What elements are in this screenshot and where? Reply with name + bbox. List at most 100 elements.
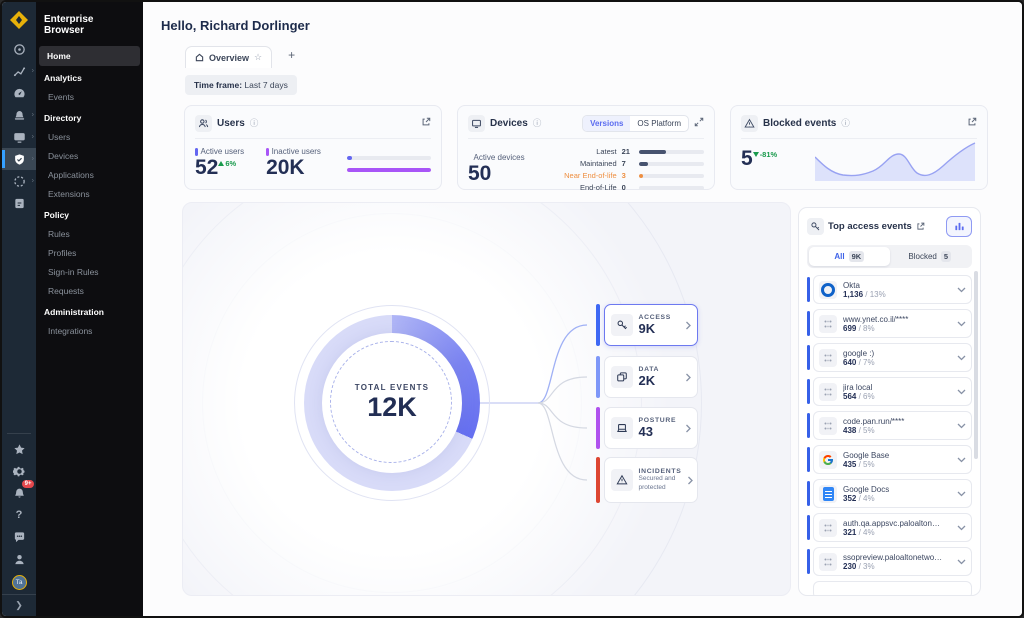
radar-icon[interactable] [2,38,36,60]
account-avatar[interactable]: Ta [2,570,36,594]
sidebar-section-administration: Administration [36,303,143,321]
chevron-down-icon[interactable] [957,287,966,293]
sidebar-item-home[interactable]: Home [39,46,140,66]
chevron-down-icon[interactable] [957,423,966,429]
generic-site-favicon [819,519,837,537]
generic-site-favicon [819,553,837,571]
key-icon [807,218,824,235]
devices-view-toggle: Versions OS Platform [582,115,689,132]
sidebar-section-policy: Policy [36,206,143,224]
scrollbar[interactable] [974,271,978,459]
new-tab-button[interactable]: + [280,45,303,68]
bell-icon[interactable]: 9+ [2,482,36,504]
favorite-star-icon[interactable]: ☆ [254,52,262,63]
sidebar-item-extensions[interactable]: Extensions [36,185,143,203]
external-link-icon[interactable] [916,218,925,236]
list-item: code.pan.run/**** 438 / 5% [807,411,972,440]
chevron-down-icon[interactable] [957,389,966,395]
access-card[interactable]: ACCESS 9K [604,304,698,346]
gear-icon[interactable] [2,460,36,482]
list-item: auth.qa.appsvc.paloaltonetwo... 321 / 4% [807,513,972,542]
copy-squares-icon [611,366,633,388]
google-docs-favicon [819,485,837,503]
expand-icon[interactable] [694,114,704,132]
chevron-right-icon [685,424,691,433]
sidebar-item-users[interactable]: Users [36,128,143,146]
sidebar-item-signin-rules[interactable]: Sign-in Rules [36,263,143,281]
sidebar-item-events[interactable]: Events [36,88,143,106]
list-item: jira local 564 / 6% [807,377,972,406]
chevron-down-icon[interactable] [957,559,966,565]
blocked-events-value: 5-81% [741,147,777,171]
list-item: google :) 640 / 7% [807,343,972,372]
tab-overview[interactable]: Overview ☆ [185,46,272,68]
generic-site-favicon [819,417,837,435]
inactive-users-label: Inactive users [266,147,321,156]
tab-all[interactable]: All9K [809,247,890,266]
toggle-versions[interactable]: Versions [583,116,630,131]
tab-strip: Overview ☆ + [185,45,303,68]
tab-blocked[interactable]: Blocked5 [890,247,971,266]
data-node: DATA 2K [596,356,698,398]
chevron-right-icon: › [32,112,34,119]
access-events-list: Okta 1,136 / 13% www.ynet.co.il/**** [807,275,972,596]
devices-card: Devices ⓘ Versions OS Platform Active de… [457,105,715,190]
alarm-icon[interactable]: › [2,104,36,126]
incidents-card[interactable]: INCIDENTS Secured and protected [604,457,698,503]
chart-view-button[interactable] [946,216,972,237]
analytics-icon[interactable]: › [2,60,36,82]
info-icon[interactable]: ⓘ [533,117,542,129]
help-icon[interactable]: ? [2,504,36,526]
list-item: Google Docs 352 / 4% [807,479,972,508]
external-link-icon[interactable] [967,114,977,132]
users-card: Users ⓘ Active users 526% Inactive users… [184,105,442,190]
app-window: › › › › › [0,0,1024,618]
total-events-donut[interactable]: TOTAL EVENTS 12K [304,315,480,491]
icon-rail: › › › › › [2,2,36,616]
chevron-down-icon[interactable] [957,491,966,497]
device-row-latest: Latest21 [555,147,704,156]
toggle-os-platform[interactable]: OS Platform [630,116,688,131]
expand-rail-button[interactable]: ❯ [2,594,36,616]
rail-divider [7,433,31,434]
brand-logo-icon[interactable] [2,2,36,38]
info-icon[interactable]: ⓘ [841,117,850,129]
security-shield-icon[interactable]: › [2,148,36,170]
warning-triangle-icon [611,469,633,491]
timeframe-filter[interactable]: Time frame: Last 7 days [185,75,297,95]
sidebar-item-devices[interactable]: Devices [36,147,143,165]
chevron-down-icon[interactable] [957,457,966,463]
users-bars [343,156,431,172]
sidebar-item-rules[interactable]: Rules [36,225,143,243]
list-item: Google Base 435 / 5% [807,445,972,474]
sidebar-item-applications[interactable]: Applications [36,166,143,184]
user-icon[interactable] [2,548,36,570]
monitor-icon[interactable]: › [2,126,36,148]
chevron-right-icon: › [32,134,34,141]
posture-card[interactable]: POSTURE 43 [604,407,698,449]
data-accent-bar [596,356,600,398]
data-card[interactable]: DATA 2K [604,356,698,398]
panel-title: Top access events [828,221,912,232]
blocked-events-title: Blocked events [763,118,836,129]
dashed-gear-icon[interactable]: › [2,170,36,192]
chevron-down-icon[interactable] [957,355,966,361]
chat-icon[interactable] [2,526,36,548]
external-link-icon[interactable] [421,114,431,132]
blocked-events-card: Blocked events ⓘ 5-81% [730,105,988,190]
sidebar-item-integrations[interactable]: Integrations [36,322,143,340]
active-devices-label: Active devices [468,153,525,162]
devices-card-title: Devices [490,118,528,129]
sidebar-item-requests[interactable]: Requests [36,282,143,300]
sidebar-item-profiles[interactable]: Profiles [36,244,143,262]
incidents-accent-bar [596,457,600,503]
device-row-maintained: Maintained7 [555,159,704,168]
chevron-down-icon[interactable] [957,321,966,327]
info-icon[interactable]: ⓘ [250,117,259,129]
chevron-down-icon[interactable] [957,525,966,531]
report-icon[interactable] [2,192,36,214]
star-icon[interactable] [2,438,36,460]
speedometer-icon[interactable] [2,82,36,104]
chevron-right-icon: › [32,68,34,75]
notification-badge: 9+ [22,480,34,488]
